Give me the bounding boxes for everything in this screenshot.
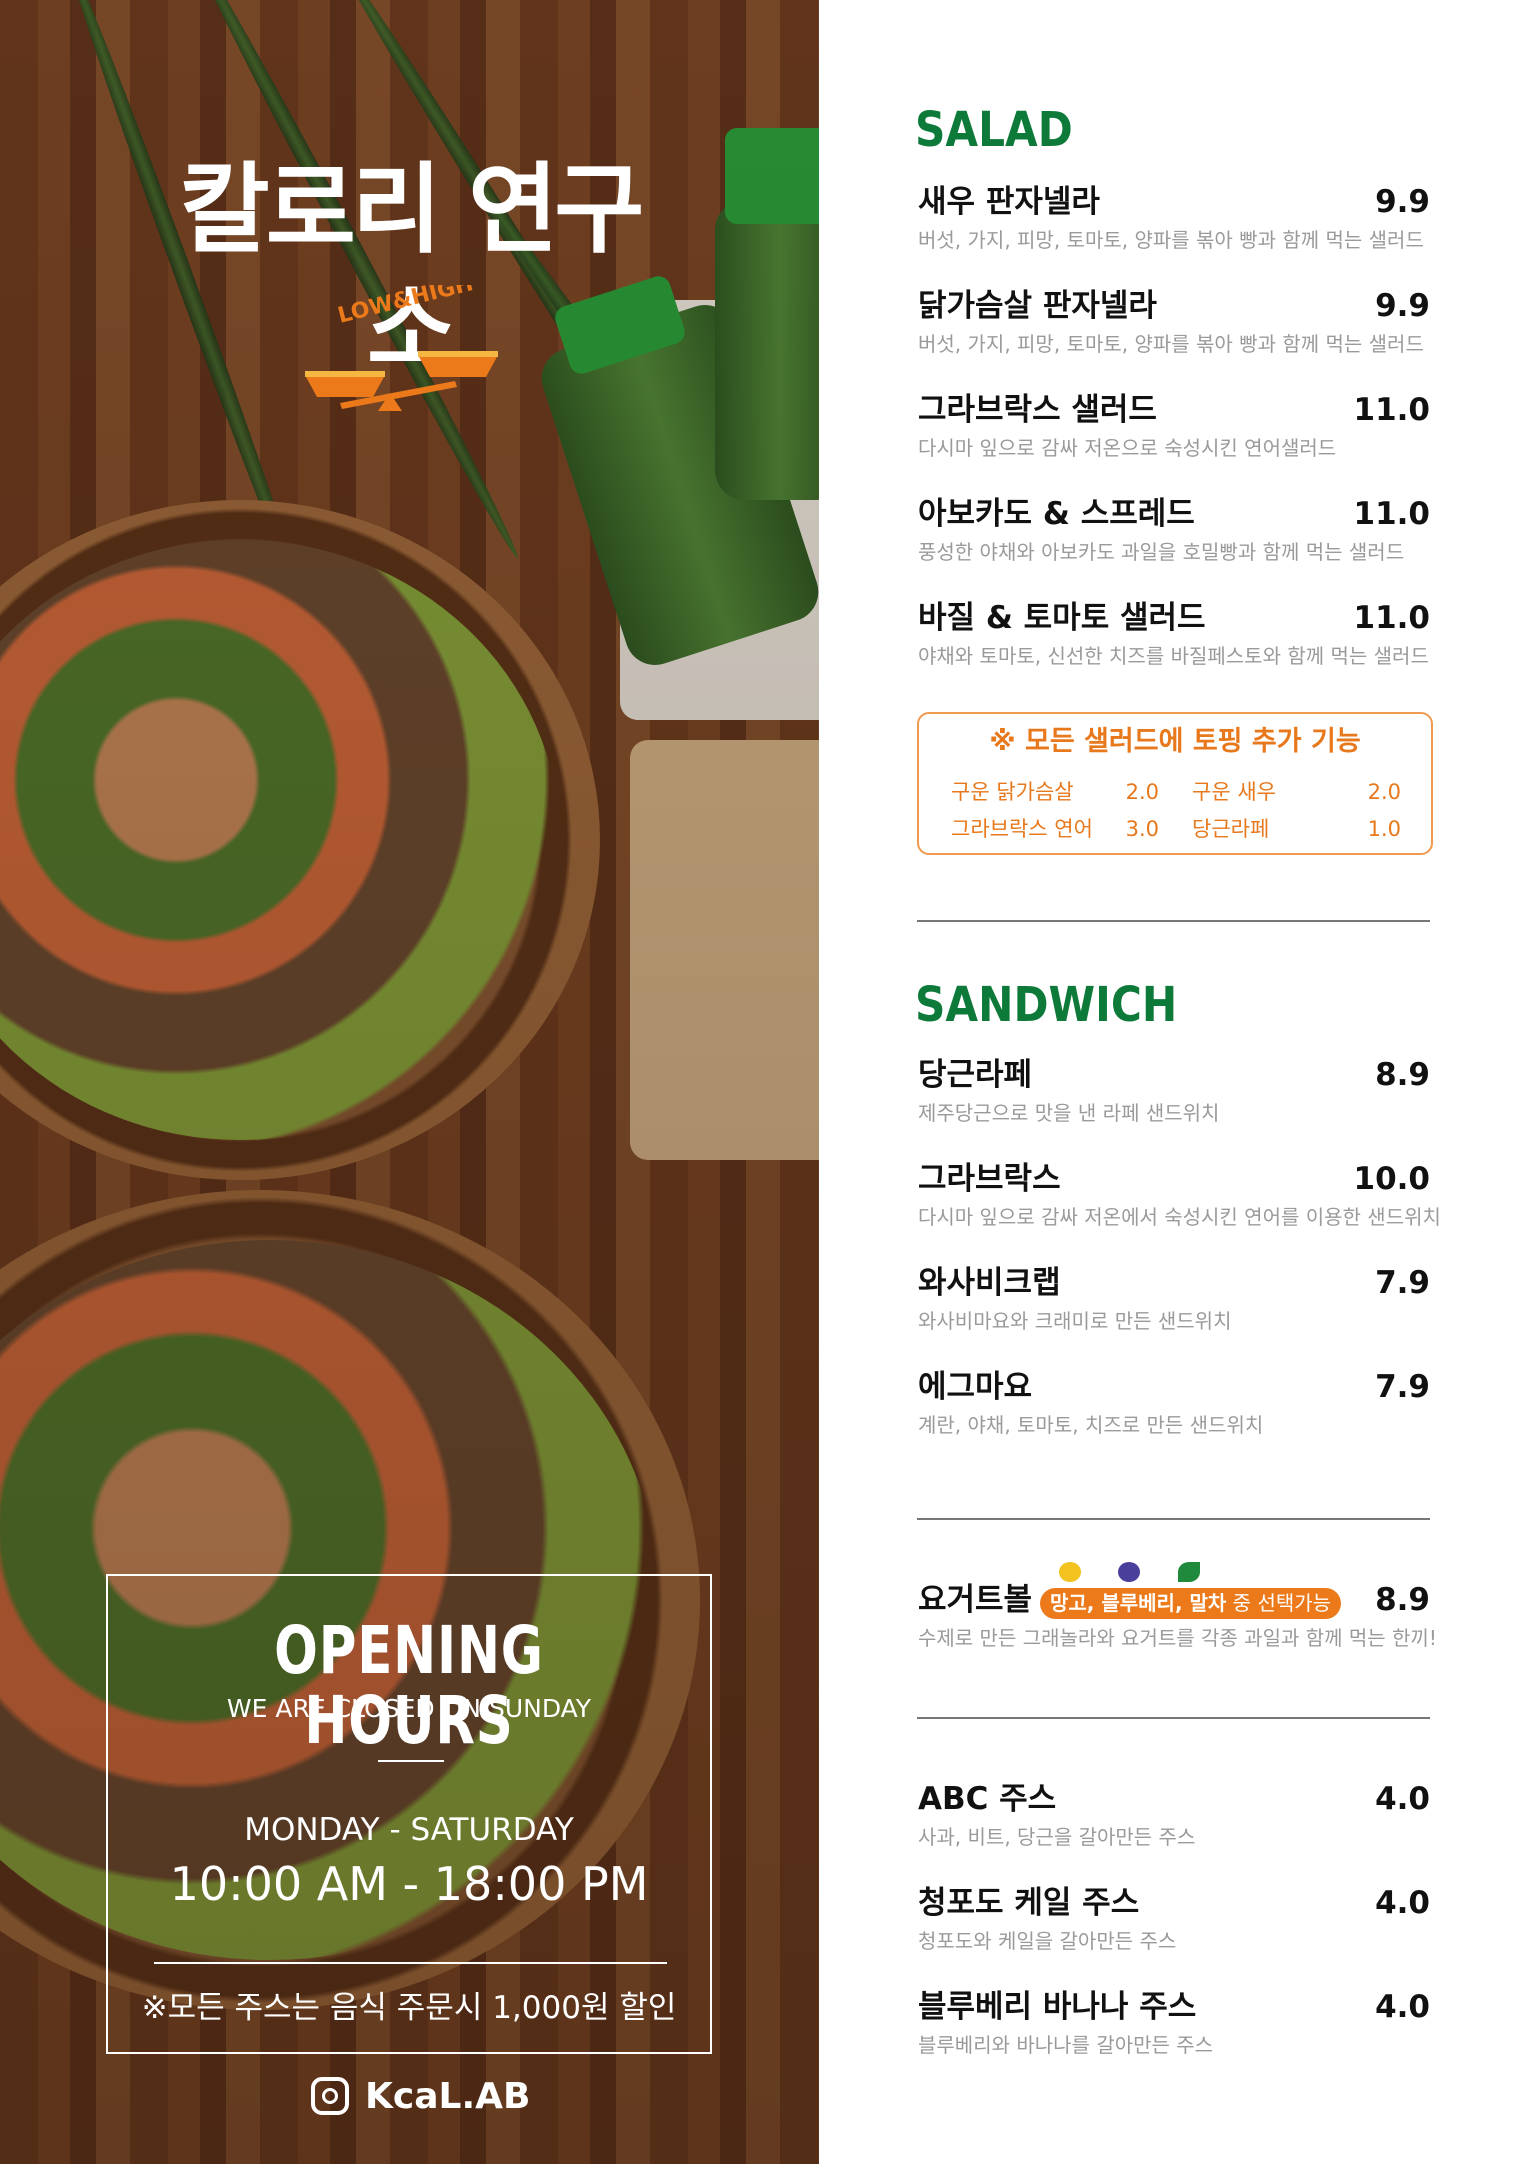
- item-name: 당근라페: [918, 1057, 1033, 1093]
- divider: [917, 1518, 1430, 1520]
- item-price: 8.9: [1375, 1057, 1430, 1093]
- menu-item: 아보카도 & 스프레드 11.0 풍성한 야채와 아보카도 과일을 호밀빵과 함께 …: [918, 494, 1430, 598]
- item-desc: 사과, 비트, 당근을 갈아만든 주스: [918, 1825, 1196, 1849]
- item-desc: 제주당근으로 맛을 낸 라페 샌드위치: [918, 1101, 1220, 1125]
- item-name: 그라브락스: [918, 1161, 1061, 1197]
- open-days: MONDAY - SATURDAY: [244, 1812, 574, 1848]
- menu-item: 와사비크랩 7.9 와사비마요와 크래미로 만든 샌드위치: [918, 1263, 1430, 1367]
- item-price: 7.9: [1375, 1369, 1430, 1405]
- item-price: 11.0: [1353, 496, 1431, 532]
- item-desc: 수제로 만든 그래놀라와 요거트를 각종 과일과 함께 먹는 한끼!: [918, 1626, 1437, 1650]
- item-price: 7.9: [1375, 1265, 1430, 1301]
- menu-item: 닭가슴살 판자넬라 9.9 버섯, 가지, 피망, 토마토, 양파를 볶아 빵과 함…: [918, 286, 1430, 390]
- item-price: 9.9: [1375, 184, 1430, 220]
- topping-price: 2.0: [1367, 780, 1401, 804]
- item-desc: 다시마 잎으로 감싸 저온으로 숙성시킨 연어샐러드: [918, 436, 1337, 460]
- divider: [917, 920, 1430, 922]
- item-desc: 와사비마요와 크래미로 만든 샌드위치: [918, 1309, 1232, 1333]
- item-name: 새우 판자넬라: [918, 184, 1100, 220]
- menu-item: 블루베리 바나나 주스 4.0 블루베리와 바나나를 갈아만든 주스: [918, 1987, 1430, 2091]
- item-name: 와사비크랩: [918, 1265, 1061, 1301]
- menu-item: 청포도 케일 주스 4.0 청포도와 케일을 갈아만든 주스: [918, 1883, 1430, 1987]
- topping-name: 구운 닭가슴살: [951, 780, 1074, 804]
- divider: [378, 1760, 444, 1762]
- item-price: 11.0: [1353, 600, 1431, 636]
- item-desc: 계란, 야채, 토마토, 치즈로 만든 샌드위치: [918, 1413, 1264, 1437]
- menu-item: 그라브락스 샐러드 11.0 다시마 잎으로 감싸 저온으로 숙성시킨 연어샐러드: [918, 390, 1430, 494]
- item-name: 블루베리 바나나 주스: [918, 1989, 1197, 2025]
- item-price: 4.0: [1375, 1781, 1430, 1817]
- menu-item: ABC 주스 4.0 사과, 비트, 당근을 갈아만든 주스: [918, 1779, 1430, 1883]
- item-price: 11.0: [1353, 392, 1431, 428]
- item-desc: 버섯, 가지, 피망, 토마토, 양파를 볶아 빵과 함께 먹는 샐러드: [918, 332, 1424, 356]
- item-price: 10.0: [1353, 1161, 1431, 1197]
- item-name: 그라브락스 샐러드: [918, 392, 1157, 428]
- menu-item: 그라브락스 10.0 다시마 잎으로 감싸 저온에서 숙성시킨 연어를 이용한 샌드…: [918, 1159, 1441, 1263]
- item-name: 닭가슴살 판자넬라: [918, 288, 1157, 324]
- menu-item: 바질 & 토마토 샐러드 11.0 야채와 토마토, 신선한 치즈를 바질페스토와 …: [918, 598, 1430, 702]
- topping-price: 3.0: [1125, 817, 1159, 841]
- mango-icon: [1059, 1562, 1081, 1582]
- hero-photo-panel: 칼로리 연구소 LOW&HIGH OPENING HOURS WE ARE CL…: [0, 0, 819, 2164]
- svg-text:LOW&HIGH: LOW&HIGH: [335, 285, 475, 329]
- item-name: 요거트볼: [918, 1582, 1033, 1618]
- topping-name: 그라브락스 연어: [951, 817, 1093, 841]
- divider: [154, 1962, 667, 1964]
- instagram-icon: [311, 2077, 349, 2115]
- topping-box: ※ 모든 샐러드에 토핑 추가 기능 구운 닭가슴살 2.0 구운 새우 2.0…: [917, 712, 1433, 855]
- item-price: 4.0: [1375, 1885, 1430, 1921]
- item-desc: 버섯, 가지, 피망, 토마토, 양파를 볶아 빵과 함께 먹는 샐러드: [918, 228, 1424, 252]
- item-name: 청포도 케일 주스: [918, 1885, 1140, 1921]
- instagram-handle[interactable]: KcaL.AB: [311, 2074, 530, 2118]
- instagram-name: KcaL.AB: [365, 2075, 531, 2117]
- item-desc: 풍성한 야채와 아보카도 과일을 호밀빵과 함께 먹는 샐러드: [918, 540, 1405, 564]
- item-desc: 청포도와 케일을 갈아만든 주스: [918, 1929, 1177, 1953]
- menu-item: 새우 판자넬라 9.9 버섯, 가지, 피망, 토마토, 양파를 볶아 빵과 함께 …: [918, 182, 1430, 286]
- item-name: ABC 주스: [918, 1781, 1057, 1817]
- item-price: 8.9: [1375, 1582, 1430, 1618]
- open-time: 10:00 AM - 18:00 PM: [169, 1857, 649, 1911]
- item-name: 아보카도 & 스프레드: [918, 496, 1195, 532]
- opening-hours-box: OPENING HOURS WE ARE CLOSED ON SUNDAY MO…: [106, 1574, 712, 2054]
- item-desc: 블루베리와 바나나를 갈아만든 주스: [918, 2033, 1214, 2057]
- topping-price: 2.0: [1125, 780, 1159, 804]
- menu-item: 에그마요 7.9 계란, 야채, 토마토, 치즈로 만든 샌드위치: [918, 1367, 1430, 1471]
- item-desc: 다시마 잎으로 감싸 저온에서 숙성시킨 연어를 이용한 샌드위치: [918, 1205, 1441, 1229]
- item-name: 바질 & 토마토 샐러드: [918, 600, 1206, 636]
- topping-name: 구운 새우: [1192, 780, 1276, 804]
- matcha-leaf-icon: [1178, 1562, 1200, 1582]
- badge-suffix: 중 선택가능: [1226, 1591, 1332, 1615]
- section-heading-salad: SALAD: [915, 102, 1073, 158]
- topping-title: ※ 모든 샐러드에 토핑 추가 기능: [989, 726, 1361, 757]
- topping-name: 당근라페: [1192, 817, 1270, 841]
- divider: [917, 1717, 1430, 1719]
- section-heading-sandwich: SANDWICH: [915, 977, 1178, 1033]
- item-price: 4.0: [1375, 1989, 1430, 2025]
- juice-discount-note: ※모든 주스는 음식 주문시 1,000원 할인: [141, 1990, 677, 2026]
- badge-options: 망고, 블루베리, 말차: [1050, 1591, 1227, 1615]
- menu-item: 당근라페 8.9 제주당근으로 맛을 낸 라페 샌드위치: [918, 1055, 1430, 1159]
- opening-hours-heading: OPENING HOURS: [274, 1612, 544, 1759]
- topping-price: 1.0: [1367, 817, 1401, 841]
- item-name: 에그마요: [918, 1369, 1033, 1405]
- low-high-scale-logo: LOW&HIGH: [305, 285, 498, 411]
- item-desc: 야채와 토마토, 신선한 치즈를 바질페스토와 함께 먹는 샐러드: [918, 644, 1429, 668]
- yogurt-flavor-badge: 망고, 블루베리, 말차 중 선택가능: [1040, 1588, 1342, 1619]
- item-price: 9.9: [1375, 288, 1430, 324]
- closed-note: WE ARE CLOSED ON SUNDAY: [226, 1694, 592, 1723]
- blueberry-icon: [1118, 1562, 1140, 1582]
